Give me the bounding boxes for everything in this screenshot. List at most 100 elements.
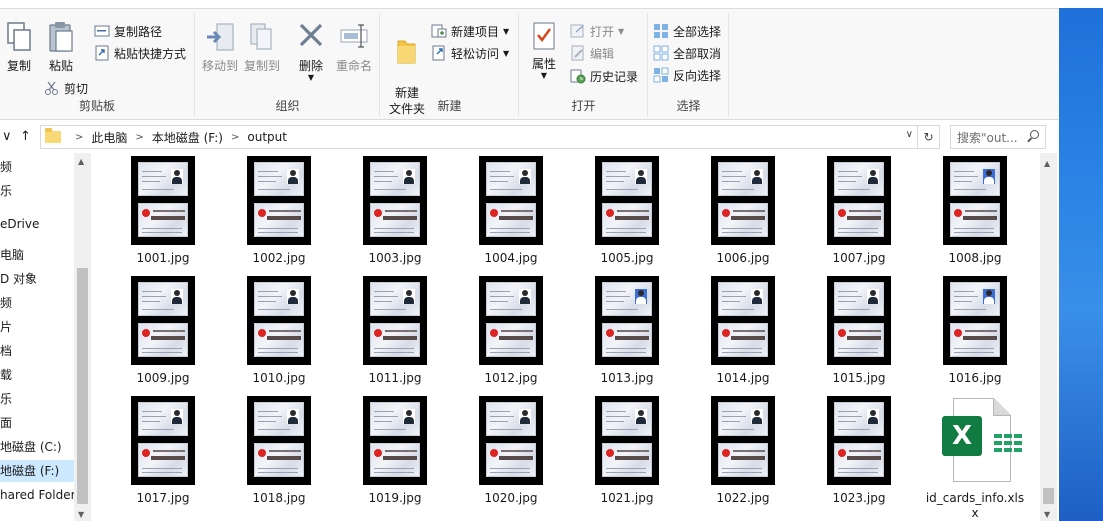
image-thumbnail — [827, 276, 891, 365]
file-item[interactable]: 1003.jpg — [345, 156, 445, 266]
nav-item-shared-folders[interactable]: hared Folders — [0, 484, 82, 506]
select-all-icon — [654, 24, 668, 38]
move-to-button[interactable]: 移动到 — [200, 21, 240, 74]
file-name: 1021.jpg — [600, 491, 654, 505]
chevron-right-icon[interactable]: > — [231, 132, 239, 143]
paste-button[interactable]: 粘贴 — [44, 21, 78, 74]
scroll-up-icon[interactable]: ▲ — [78, 157, 84, 166]
search-placeholder: 搜索"out... — [957, 130, 1018, 145]
navigation-pane-scrollbar[interactable]: ▲ ▼ — [74, 153, 91, 521]
file-name: 1015.jpg — [832, 371, 886, 385]
open-button[interactable]: 打开 ▼ — [570, 21, 624, 41]
rename-icon — [340, 24, 368, 48]
file-name: 1002.jpg — [252, 251, 306, 265]
file-item[interactable]: 1006.jpg — [693, 156, 793, 266]
content-scrollbar[interactable]: ▲ ▼ — [1040, 153, 1057, 521]
nav-item-3d-objects[interactable]: D 对象 — [0, 268, 37, 290]
new-item-button[interactable]: 新建项目 ▼ — [431, 21, 509, 41]
up-arrow-icon[interactable]: ↑ — [20, 129, 31, 144]
paste-shortcut-button[interactable]: 粘贴快捷方式 — [94, 43, 186, 63]
search-input[interactable]: 搜索"out... — [950, 125, 1046, 149]
file-item[interactable]: 1021.jpg — [577, 396, 677, 506]
file-item[interactable]: 1015.jpg — [809, 276, 909, 386]
scroll-up-icon[interactable]: ▲ — [1044, 159, 1050, 168]
refresh-button[interactable]: ↻ — [918, 125, 940, 149]
file-item[interactable]: 1014.jpg — [693, 276, 793, 386]
file-item[interactable]: Xid_cards_info.xlsx — [925, 396, 1025, 521]
image-thumbnail — [131, 156, 195, 245]
file-name: 1013.jpg — [600, 371, 654, 385]
clipboard-group: 复制 粘贴 复制路径 粘贴快捷方式 剪切 剪贴板 — [0, 13, 195, 116]
file-item[interactable]: 1019.jpg — [345, 396, 445, 506]
nav-item-music[interactable]: 乐 — [0, 180, 12, 202]
copy-to-button[interactable]: 复制到 — [240, 21, 284, 74]
nav-item-music-pc[interactable]: 乐 — [0, 388, 12, 410]
file-name: 1006.jpg — [716, 251, 770, 265]
file-item[interactable]: 1010.jpg — [229, 276, 329, 386]
nav-item-drive-c[interactable]: 地磁盘 (C:) — [0, 436, 62, 458]
file-name: 1010.jpg — [252, 371, 306, 385]
file-item[interactable]: 1007.jpg — [809, 156, 909, 266]
invert-selection-button[interactable]: 反向选择 — [653, 65, 721, 85]
history-button[interactable]: 历史记录 — [570, 66, 638, 86]
file-item[interactable]: 1013.jpg — [577, 276, 677, 386]
nav-item-documents[interactable]: 档 — [0, 340, 12, 362]
nav-item-pictures[interactable]: 片 — [0, 316, 12, 338]
image-thumbnail — [827, 156, 891, 245]
file-name: 1001.jpg — [136, 251, 190, 265]
file-item[interactable]: 1017.jpg — [113, 396, 213, 506]
file-item[interactable]: 1022.jpg — [693, 396, 793, 506]
rename-button[interactable]: 重命名 — [332, 21, 376, 74]
select-none-button[interactable]: 全部取消 — [653, 43, 721, 63]
scrollbar-thumb[interactable] — [77, 268, 88, 504]
image-thumbnail — [943, 276, 1007, 365]
cut-button[interactable]: 剪切 — [44, 78, 88, 98]
scrollbar-thumb[interactable] — [1043, 488, 1054, 504]
file-item[interactable]: 1001.jpg — [113, 156, 213, 266]
select-all-button[interactable]: 全部选择 — [653, 21, 721, 41]
file-item[interactable]: 1002.jpg — [229, 156, 329, 266]
file-item[interactable]: 1011.jpg — [345, 276, 445, 386]
nav-item-desktop[interactable]: 面 — [0, 412, 12, 434]
properties-button[interactable]: 属性 ▼ — [526, 21, 562, 80]
edit-label: 编辑 — [590, 46, 615, 61]
scroll-down-icon[interactable]: ▼ — [78, 510, 84, 519]
delete-button[interactable]: 删除 ▼ — [294, 21, 328, 82]
select-none-label: 全部取消 — [673, 46, 722, 61]
nav-item-downloads[interactable]: 载 — [0, 364, 12, 386]
copy-to-label: 复制到 — [243, 59, 280, 73]
nav-item-this-pc[interactable]: 电脑 — [0, 244, 24, 266]
file-item[interactable]: 1012.jpg — [461, 276, 561, 386]
address-bar[interactable]: > 此电脑 > 本地磁盘 (F:) > output ∨ — [40, 125, 918, 149]
copy-path-button[interactable]: 复制路径 — [94, 21, 162, 41]
recent-locations-icon[interactable]: ∨ — [2, 129, 12, 144]
image-thumbnail — [479, 396, 543, 485]
history-label: 历史记录 — [590, 69, 639, 84]
paste-label: 粘贴 — [48, 59, 73, 73]
file-item[interactable]: 1005.jpg — [577, 156, 677, 266]
nav-item-videos[interactable]: 频 — [0, 156, 12, 178]
file-item[interactable]: 1020.jpg — [461, 396, 561, 506]
nav-item-onedrive[interactable]: eDrive — [0, 213, 39, 235]
new-item-label: 新建项目 — [451, 24, 500, 39]
file-item[interactable]: 1018.jpg — [229, 396, 329, 506]
chevron-right-icon[interactable]: > — [75, 132, 83, 143]
easy-access-button[interactable]: 轻松访问 ▼ — [431, 43, 509, 63]
file-item[interactable]: 1004.jpg — [461, 156, 561, 266]
edit-button[interactable]: 编辑 — [570, 43, 614, 63]
file-item[interactable]: 1023.jpg — [809, 396, 909, 506]
address-dropdown-icon[interactable]: ∨ — [906, 129, 913, 140]
scroll-down-icon[interactable]: ▼ — [1044, 510, 1050, 519]
open-group-label: 打开 — [571, 99, 596, 113]
copy-button[interactable]: 复制 — [2, 21, 36, 74]
breadcrumb-drive-f[interactable]: 本地磁盘 (F:) — [152, 129, 223, 146]
file-item[interactable]: 1008.jpg — [925, 156, 1025, 266]
file-item[interactable]: 1009.jpg — [113, 276, 213, 386]
file-item[interactable]: 1016.jpg — [925, 276, 1025, 386]
chevron-right-icon[interactable]: > — [135, 132, 143, 143]
breadcrumb-output[interactable]: output — [247, 130, 287, 144]
nav-item-drive-f[interactable]: 地磁盘 (F:) — [0, 460, 74, 482]
nav-item-videos-pc[interactable]: 频 — [0, 292, 12, 314]
copy-label: 复制 — [6, 59, 31, 73]
breadcrumb-this-pc[interactable]: 此电脑 — [91, 129, 127, 146]
